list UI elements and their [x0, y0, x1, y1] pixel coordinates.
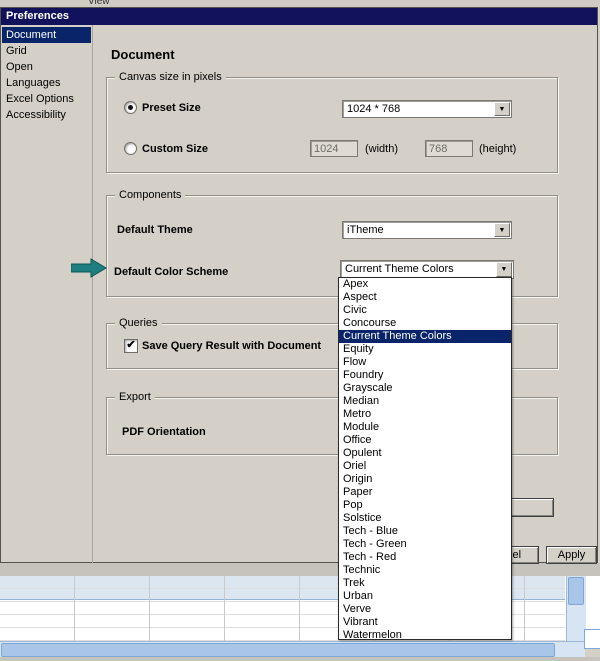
color-scheme-option[interactable]: Office — [339, 434, 511, 447]
combo-arrow-button[interactable]: ▼ — [496, 262, 512, 277]
width-suffix-label: (width) — [365, 143, 399, 155]
color-scheme-option[interactable]: Current Theme Colors — [339, 330, 511, 343]
sidebar-item[interactable]: Open — [2, 59, 91, 75]
default-theme-label: Default Theme — [117, 224, 193, 236]
color-scheme-option[interactable]: Pop — [339, 499, 511, 512]
screen: View Preferences Document Grid Open Languag… — [0, 0, 600, 661]
dialog-title: Preferences — [6, 10, 69, 22]
pointer-arrow-icon — [71, 258, 107, 278]
apply-button-label: Apply — [557, 549, 586, 561]
background-menu-text: View — [88, 0, 110, 7]
color-scheme-option[interactable]: Foundry — [339, 369, 511, 382]
color-scheme-option[interactable]: Tech - Blue — [339, 525, 511, 538]
default-color-scheme-value: Current Theme Colors — [345, 263, 454, 275]
scroll-corner-box — [584, 629, 600, 649]
color-scheme-option[interactable]: Module — [339, 421, 511, 434]
default-theme-value: iTheme — [347, 224, 384, 236]
vertical-scrollbar[interactable] — [566, 576, 586, 641]
sidebar-item[interactable]: Grid — [2, 43, 91, 59]
color-scheme-option[interactable]: Opulent — [339, 447, 511, 460]
chevron-down-icon: ▼ — [498, 106, 506, 113]
color-scheme-option[interactable]: Concourse — [339, 317, 511, 330]
sidebar-divider — [92, 25, 93, 563]
background-app-top: View — [0, 0, 600, 7]
color-scheme-option[interactable]: Flow — [339, 356, 511, 369]
preset-size-select[interactable]: 1024 * 768 ▼ — [342, 100, 512, 118]
custom-size-label: Custom Size — [142, 143, 209, 155]
preset-size-value: 1024 * 768 — [347, 103, 401, 115]
color-scheme-option[interactable]: Vibrant — [339, 616, 511, 629]
color-scheme-option[interactable]: Civic — [339, 304, 511, 317]
color-scheme-option[interactable]: Paper — [339, 486, 511, 499]
color-scheme-option[interactable]: Technic — [339, 564, 511, 577]
color-scheme-option[interactable]: Oriel — [339, 460, 511, 473]
custom-height-input[interactable]: 768 — [425, 140, 473, 157]
sidebar-item[interactable]: Excel Options — [2, 91, 91, 107]
custom-width-value: 1024 — [314, 143, 339, 155]
color-scheme-option[interactable]: Median — [339, 395, 511, 408]
color-scheme-option[interactable]: Tech - Red — [339, 551, 511, 564]
apply-button[interactable]: Apply — [546, 546, 597, 564]
combo-arrow-button[interactable]: ▼ — [494, 223, 510, 237]
color-scheme-option[interactable]: Metro — [339, 408, 511, 421]
vertical-scrollbar-thumb[interactable] — [568, 577, 584, 605]
queries-group-caption: Queries — [115, 316, 162, 330]
color-scheme-option[interactable]: Trek — [339, 577, 511, 590]
horizontal-scrollbar-thumb[interactable] — [1, 643, 555, 657]
checkmark-icon: ✔ — [126, 339, 136, 351]
chevron-down-icon: ▼ — [498, 227, 506, 234]
color-scheme-option[interactable]: Apex — [339, 278, 511, 291]
page-title: Document — [111, 47, 175, 62]
category-list: Document Grid Open Languages Excel Options Ac… — [2, 27, 91, 123]
color-scheme-option[interactable]: Equity — [339, 343, 511, 356]
preset-size-radio[interactable] — [124, 101, 137, 114]
color-scheme-option[interactable]: Verve — [339, 603, 511, 616]
custom-height-value: 768 — [429, 143, 448, 155]
save-query-checkbox[interactable]: ✔ — [124, 339, 138, 353]
color-scheme-option[interactable]: Solstice — [339, 512, 511, 525]
color-scheme-option[interactable]: Watermelon — [339, 629, 511, 639]
pdf-orientation-label: PDF Orientation — [122, 426, 206, 438]
height-suffix-label: (height) — [479, 143, 517, 155]
color-scheme-option[interactable]: Aspect — [339, 291, 511, 304]
color-scheme-option[interactable]: Urban — [339, 590, 511, 603]
color-scheme-option[interactable]: Grayscale — [339, 382, 511, 395]
canvas-size-group: Canvas size in pixels Preset Size 1024 *… — [106, 70, 558, 173]
background-bottom-strip — [0, 657, 600, 661]
custom-width-input[interactable]: 1024 — [310, 140, 358, 157]
default-color-scheme-label: Default Color Scheme — [114, 266, 229, 278]
export-group-caption: Export — [115, 390, 155, 404]
color-scheme-dropdown-list: Apex Aspect Civic Concourse Current Theme Co… — [338, 277, 512, 640]
color-scheme-option[interactable]: Origin — [339, 473, 511, 486]
dialog-titlebar[interactable]: Preferences — [1, 8, 597, 25]
color-scheme-option[interactable]: Tech - Green — [339, 538, 511, 551]
components-group-caption: Components — [115, 188, 186, 202]
sidebar-item[interactable]: Accessibility — [2, 107, 91, 123]
canvas-size-group-caption: Canvas size in pixels — [115, 70, 226, 84]
custom-size-radio[interactable] — [124, 142, 137, 155]
combo-arrow-button[interactable]: ▼ — [494, 102, 510, 116]
save-query-label: Save Query Result with Document — [142, 340, 322, 352]
sidebar-item[interactable]: Languages — [2, 75, 91, 91]
sidebar-item[interactable]: Document — [2, 27, 91, 43]
default-theme-select[interactable]: iTheme ▼ — [342, 221, 512, 239]
preset-size-label: Preset Size — [142, 102, 201, 114]
chevron-down-icon: ▼ — [500, 266, 508, 273]
horizontal-scrollbar[interactable] — [0, 641, 585, 658]
